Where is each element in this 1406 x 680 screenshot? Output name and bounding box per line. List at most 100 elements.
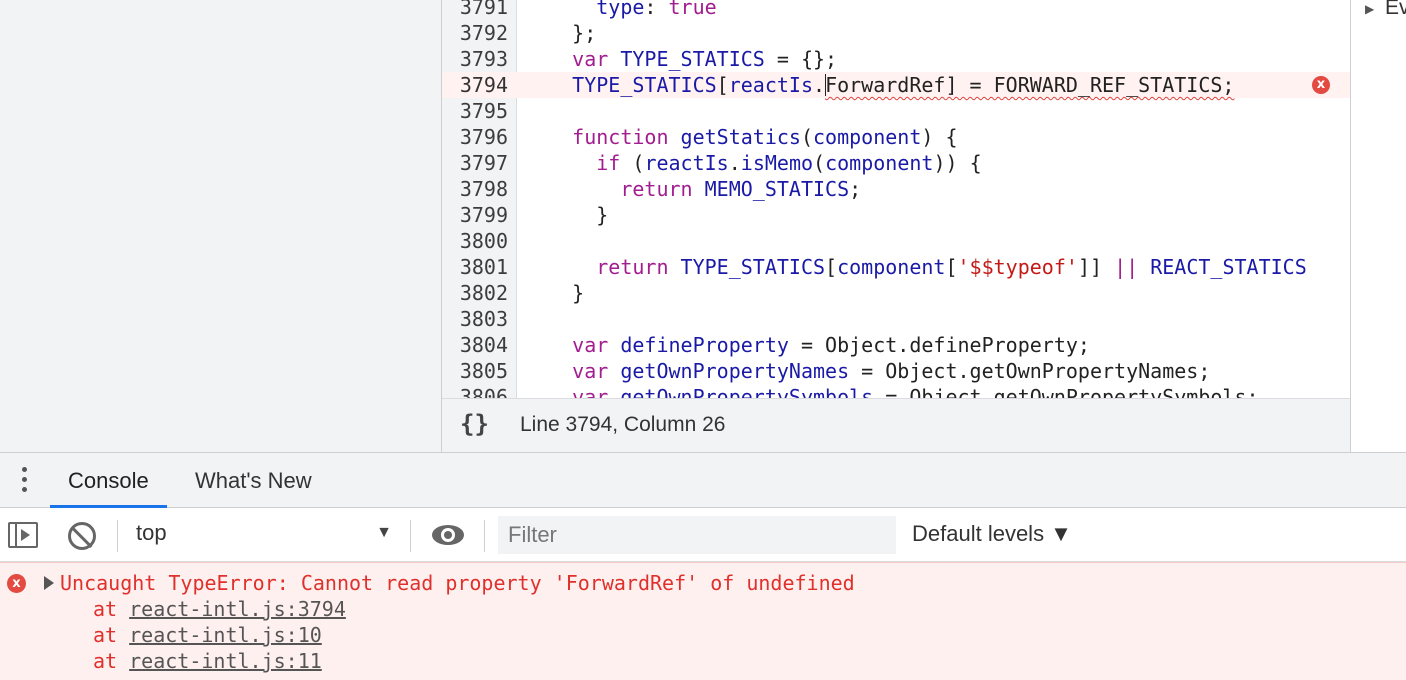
line-number[interactable]: 3805 (442, 358, 508, 384)
code-token: TYPE_STATICS (572, 73, 717, 97)
line-code: type: true (524, 0, 717, 20)
expand-triangle-icon[interactable]: ▶ (1365, 2, 1374, 16)
code-token: getOwnPropertyNames (620, 359, 850, 383)
code-line[interactable]: 3791 type: true (442, 0, 1350, 20)
line-number[interactable]: 3803 (442, 306, 508, 332)
context-selector[interactable]: top ▼ (136, 520, 396, 550)
code-token: [ (825, 255, 838, 279)
show-sidebar-icon[interactable] (8, 522, 38, 548)
chevron-down-icon: ▼ (376, 524, 392, 541)
code-token: component (837, 255, 946, 279)
line-number[interactable]: 3797 (442, 150, 508, 176)
code-token: : (644, 0, 669, 19)
code-line[interactable]: 3793 var TYPE_STATICS = {}; (442, 46, 1350, 72)
line-number[interactable]: 3796 (442, 124, 508, 150)
code-line[interactable]: 3800 (442, 228, 1350, 254)
code-token: isMemo (740, 151, 814, 175)
line-code: if (reactIs.isMemo(component)) { (524, 150, 981, 176)
code-token: = Object.getOwnPropertyNames; (849, 359, 1211, 383)
line-code: var TYPE_STATICS = {}; (524, 46, 837, 72)
code-line-error[interactable]: 3794 TYPE_STATICS[reactIs.ForwardRef] = … (442, 72, 1350, 98)
error-icon: x (7, 574, 26, 593)
code-line[interactable]: 3795 (442, 98, 1350, 124)
code-line[interactable]: 3796 function getStatics(component) { (442, 124, 1350, 150)
code-token: reactIs (644, 151, 729, 175)
line-number[interactable]: 3798 (442, 176, 508, 202)
code-token: return (596, 255, 669, 279)
error-icon[interactable]: x (1312, 76, 1330, 94)
code-token: ) { (921, 125, 958, 149)
line-code: } (524, 280, 584, 306)
code-token: getOwnPropertySymbols (620, 385, 874, 398)
code-token: ( (813, 151, 826, 175)
tab-whats-new[interactable]: What's New (195, 453, 312, 508)
code-token: '$$typeof' (957, 255, 1078, 279)
pretty-print-button[interactable]: {} (460, 410, 489, 438)
line-code: TYPE_STATICS[reactIs.ForwardRef] = FORWA… (524, 72, 1234, 98)
code-line[interactable]: 3802 } (442, 280, 1350, 306)
line-code: var getOwnPropertySymbols = Object.getOw… (524, 384, 1258, 398)
code-token: if (596, 151, 621, 175)
code-token: ( (800, 125, 814, 149)
code-token: = Object.defineProperty; (788, 333, 1090, 357)
expand-triangle-icon[interactable] (44, 576, 54, 590)
line-number[interactable]: 3800 (442, 228, 508, 254)
stack-frame: at react-intl.js:11 (93, 649, 322, 673)
console-toolbar: top ▼ Default levels ▼ (0, 508, 1406, 562)
code-line[interactable]: 3801 return TYPE_STATICS[component['$$ty… (442, 254, 1350, 280)
code-editor[interactable]: 3791 type: true 3792 }; 3793 var TYPE_STAT… (442, 0, 1350, 398)
stack-frame: at react-intl.js:3794 (93, 597, 346, 621)
code-line[interactable]: 3805 var getOwnPropertyNames = Object.ge… (442, 358, 1350, 384)
code-token: var (572, 47, 609, 71)
live-expression-eye-icon[interactable] (432, 524, 464, 546)
tab-console[interactable]: Console (50, 453, 167, 508)
code-line[interactable]: 3798 return MEMO_STATICS; (442, 176, 1350, 202)
line-number[interactable]: 3793 (442, 46, 508, 72)
code-token: true (668, 0, 717, 19)
code-token: return (620, 177, 693, 201)
filter-input[interactable] (498, 516, 896, 554)
line-number[interactable]: 3792 (442, 20, 508, 46)
code-line[interactable]: 3797 if (reactIs.isMemo(component)) { (442, 150, 1350, 176)
log-levels-dropdown[interactable]: Default levels ▼ (912, 521, 1072, 547)
line-number[interactable]: 3795 (442, 98, 508, 124)
stack-frame-link[interactable]: react-intl.js:11 (129, 649, 322, 673)
stack-frame-link[interactable]: react-intl.js:3794 (129, 597, 346, 621)
context-value: top (136, 520, 167, 545)
code-token: ( (620, 151, 645, 175)
code-line[interactable]: 3799 } (442, 202, 1350, 228)
code-token: } (524, 281, 585, 305)
line-number[interactable]: 3801 (442, 254, 508, 280)
code-token: }; (524, 21, 597, 45)
line-number[interactable]: 3804 (442, 332, 508, 358)
code-line[interactable]: 3804 var defineProperty = Object.defineP… (442, 332, 1350, 358)
code-line[interactable]: 3806 var getOwnPropertySymbols = Object.… (442, 384, 1350, 398)
file-navigator-pane (0, 0, 441, 452)
code-token: defineProperty (620, 333, 789, 357)
line-code: function getStatics(component) { (524, 124, 958, 150)
code-line[interactable]: 3803 (442, 306, 1350, 332)
code-token: TYPE_STATICS (680, 255, 826, 279)
stack-frame-link[interactable]: react-intl.js:10 (129, 623, 322, 647)
code-token: component (825, 151, 934, 175)
code-token: = {}; (764, 47, 838, 71)
drawer-tab-bar: Console What's New (0, 452, 1406, 508)
line-number[interactable]: 3802 (442, 280, 508, 306)
line-number[interactable]: 3799 (442, 202, 508, 228)
code-line[interactable]: 3792 }; (442, 20, 1350, 46)
sidebar-section-label[interactable]: Ev (1385, 0, 1406, 20)
clear-console-icon[interactable] (68, 522, 96, 550)
line-number[interactable]: 3794 (442, 72, 508, 98)
code-token: type (596, 0, 645, 19)
more-options-icon[interactable] (18, 467, 30, 495)
line-number[interactable]: 3791 (442, 0, 508, 20)
line-number[interactable]: 3806 (442, 384, 508, 398)
code-token: [ (945, 255, 958, 279)
